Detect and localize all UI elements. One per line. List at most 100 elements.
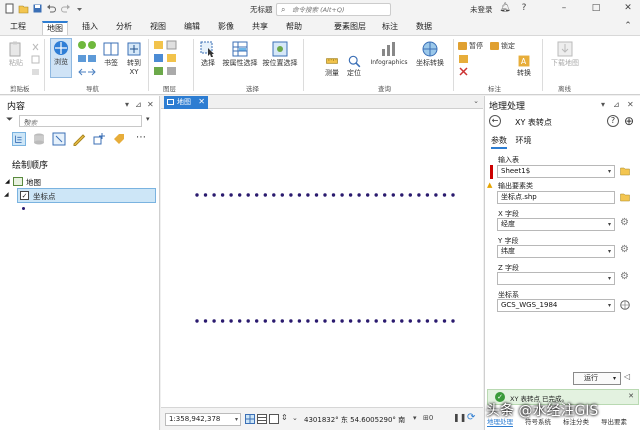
pane-close-icon[interactable]: ✕ [147, 100, 154, 109]
map-point[interactable] [306, 319, 310, 323]
map-point[interactable] [280, 319, 284, 323]
map-point[interactable] [340, 319, 344, 323]
tab-insert[interactable]: 插入 [78, 21, 102, 35]
map-point[interactable] [263, 193, 267, 197]
grid-view-icon[interactable] [245, 414, 255, 424]
collapse-ribbon-icon[interactable]: ⌃ [622, 20, 634, 33]
map-point[interactable] [314, 193, 319, 197]
goto-xy-button[interactable]: 转到 XY [124, 40, 144, 76]
pane-pin-icon[interactable]: ⊿ [135, 100, 142, 109]
map-point[interactable] [451, 319, 455, 323]
tab-view[interactable]: 视图 [146, 21, 170, 35]
tree-layer-item[interactable]: ◢ ✓ 坐标点 [4, 188, 156, 203]
scale-selector[interactable]: 1:358,942,378 ▾ [165, 413, 241, 426]
coordinate-dropdown-icon[interactable]: ⌄ [292, 414, 298, 422]
map-point[interactable] [400, 319, 404, 323]
map-point[interactable] [195, 319, 199, 323]
map-point[interactable] [357, 193, 361, 197]
map-point[interactable] [306, 193, 310, 197]
map-point[interactable] [314, 319, 319, 323]
map-point[interactable] [417, 319, 421, 323]
minimize-icon[interactable]: – [558, 2, 570, 15]
list-by-labeling-icon[interactable] [112, 132, 126, 146]
map-point[interactable] [255, 193, 259, 197]
globe-icon[interactable] [620, 300, 630, 310]
list-by-editing-icon[interactable] [72, 132, 86, 146]
map-point[interactable] [434, 193, 438, 197]
layer-visibility-checkbox[interactable]: ✓ [20, 191, 29, 200]
selected-features-icon[interactable]: ⊞0 [423, 414, 433, 422]
tool-help-button[interactable]: ? [607, 115, 619, 127]
zoom-arrows-icons[interactable] [76, 39, 98, 79]
map-point[interactable] [425, 319, 430, 323]
open-folder-icon[interactable] [18, 3, 29, 14]
tab-edit[interactable]: 编辑 [180, 21, 204, 35]
command-search[interactable]: ⌕ [276, 3, 391, 16]
map-point[interactable] [366, 193, 370, 197]
map-navigation-arrows-icon[interactable]: ⇕ [281, 413, 288, 422]
map-tab-dropdown-icon[interactable]: ⌄ [473, 97, 479, 105]
tab-environments[interactable]: 环境 [516, 135, 532, 146]
map-point[interactable] [238, 193, 242, 197]
refresh-icon[interactable]: ⟳ [467, 412, 475, 423]
map-point[interactable] [323, 193, 327, 197]
tab-labeling[interactable]: 标注 [378, 21, 402, 35]
notification-icon[interactable]: 🔔︎ [499, 2, 511, 15]
output-fc-field[interactable]: 坐标点.shp [497, 191, 615, 204]
clipboard-small-icons[interactable] [31, 42, 40, 78]
y-field-select[interactable]: 纬度 ▾ [497, 245, 615, 258]
z-field-select[interactable]: ▾ [497, 272, 615, 285]
map-point[interactable] [203, 319, 208, 323]
map-point[interactable] [280, 193, 284, 197]
customize-qat-icon[interactable] [74, 3, 85, 14]
map-point[interactable] [451, 193, 455, 197]
command-search-input[interactable] [292, 5, 388, 15]
map-point[interactable] [400, 193, 404, 197]
map-point[interactable] [348, 193, 353, 197]
back-button[interactable]: ← [489, 115, 501, 127]
new-project-icon[interactable] [4, 3, 15, 14]
gp-pane-pin-icon[interactable]: ⊿ [613, 100, 620, 109]
gp-pane-close-icon[interactable]: ✕ [627, 100, 634, 109]
tab-data[interactable]: 数据 [412, 21, 436, 35]
field-settings-icon[interactable]: ⚙ [620, 217, 630, 228]
map-point[interactable] [425, 193, 430, 197]
map-point[interactable] [220, 319, 225, 323]
map-point[interactable] [289, 319, 293, 323]
layer-expand-icon[interactable]: ◢ [4, 191, 9, 198]
infographics-button[interactable]: Infographics [366, 40, 412, 66]
pane-options-icon[interactable]: ▾ [125, 100, 129, 109]
map-point[interactable] [229, 193, 233, 197]
measure-button[interactable]: 测量 [322, 54, 342, 78]
map-point[interactable] [246, 319, 250, 323]
help-icon[interactable]: ? [518, 2, 530, 15]
layer-point-symbol[interactable] [22, 207, 25, 210]
more-options-icon[interactable]: ⋯ [136, 132, 146, 143]
list-by-drawing-order-icon[interactable] [12, 132, 26, 146]
map-point[interactable] [272, 319, 276, 323]
field-settings-icon[interactable]: ⚙ [620, 244, 630, 255]
tab-share[interactable]: 共享 [248, 21, 272, 35]
gp-pane-options-icon[interactable]: ▾ [601, 100, 605, 109]
map-point[interactable] [297, 193, 302, 197]
tab-project[interactable]: 工程 [6, 21, 30, 35]
sign-in-status[interactable]: 未登录 [470, 4, 493, 15]
paste-button[interactable]: 粘贴 [5, 40, 27, 68]
map-expand-icon[interactable]: ◢ [5, 178, 10, 185]
bookmarks-button[interactable]: 书签 [100, 40, 122, 68]
coordinate-conversion-button[interactable]: 坐标转换 [413, 40, 447, 68]
map-point[interactable] [331, 193, 336, 197]
map-point[interactable] [238, 319, 242, 323]
map-tab-close-icon[interactable]: ✕ [198, 96, 205, 108]
map-point[interactable] [442, 193, 447, 197]
map-point[interactable] [323, 319, 327, 323]
fixed-zoom-icon[interactable] [269, 414, 279, 424]
run-expand-icon[interactable]: ◁ [624, 372, 634, 385]
coord-system-select[interactable]: GCS_WGS_1984 ▾ [497, 299, 615, 312]
run-button[interactable]: 运行 ▾ [573, 372, 621, 385]
map-point[interactable] [383, 319, 387, 323]
map-tab[interactable]: 地图 ✕ [164, 96, 208, 109]
map-canvas[interactable] [161, 110, 483, 406]
map-point[interactable] [212, 193, 216, 197]
map-point[interactable] [408, 193, 412, 197]
